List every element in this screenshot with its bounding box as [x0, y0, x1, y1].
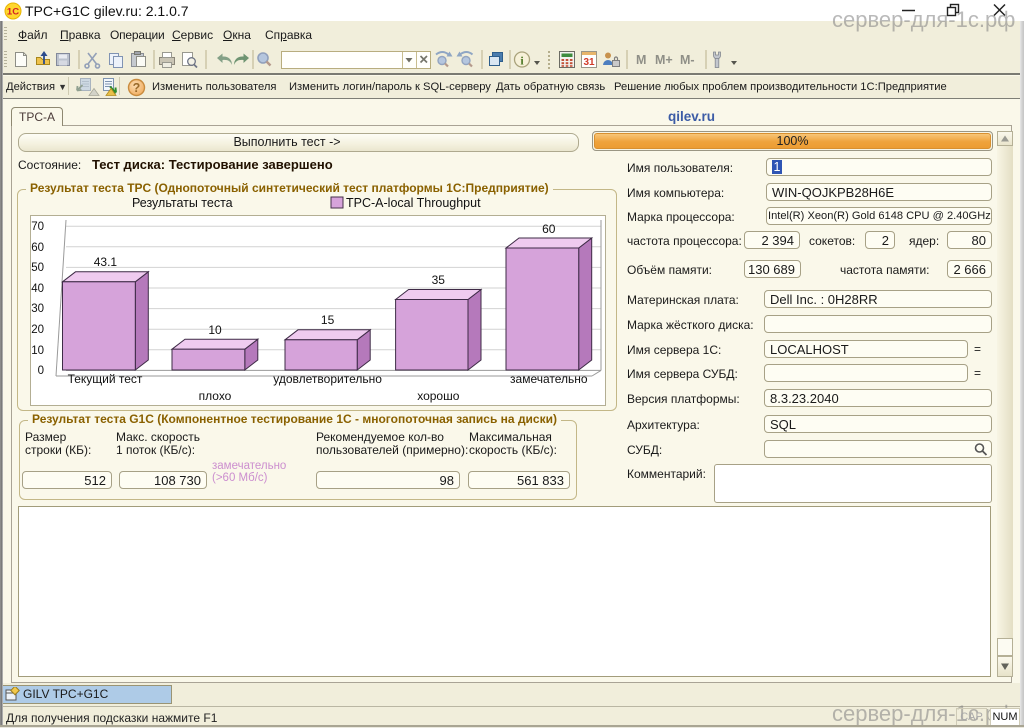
svg-text:15: 15: [321, 313, 335, 327]
svg-text:43.1: 43.1: [94, 255, 118, 269]
svg-text:Текущий тест: Текущий тест: [68, 372, 143, 386]
svg-text:хорошо: хорошо: [417, 389, 460, 403]
svg-text:1C: 1C: [7, 7, 19, 18]
svg-text:M-: M-: [680, 53, 695, 67]
svg-text:M+: M+: [655, 53, 673, 67]
svg-text:плохо: плохо: [199, 389, 232, 403]
svg-text:40: 40: [31, 283, 44, 295]
svg-text:TPC-A-local Throughput: TPC-A-local Throughput: [346, 196, 481, 210]
svg-text:30: 30: [31, 303, 44, 315]
svg-text:50: 50: [31, 262, 44, 274]
svg-text:60: 60: [542, 222, 556, 236]
svg-text:10: 10: [31, 345, 44, 357]
svg-text:?: ?: [133, 81, 141, 95]
svg-text:31: 31: [583, 57, 595, 68]
svg-text:удовлетворительно: удовлетворительно: [273, 372, 382, 386]
svg-text:60: 60: [31, 242, 44, 254]
svg-text:20: 20: [31, 324, 44, 336]
svg-text:Результаты теста: Результаты теста: [132, 196, 233, 210]
svg-text:M: M: [636, 53, 646, 67]
svg-text:0: 0: [38, 365, 44, 377]
svg-text:замечательно: замечательно: [510, 372, 588, 386]
svg-text:10: 10: [208, 323, 222, 337]
svg-text:70: 70: [31, 221, 44, 233]
svg-text:35: 35: [432, 273, 446, 287]
